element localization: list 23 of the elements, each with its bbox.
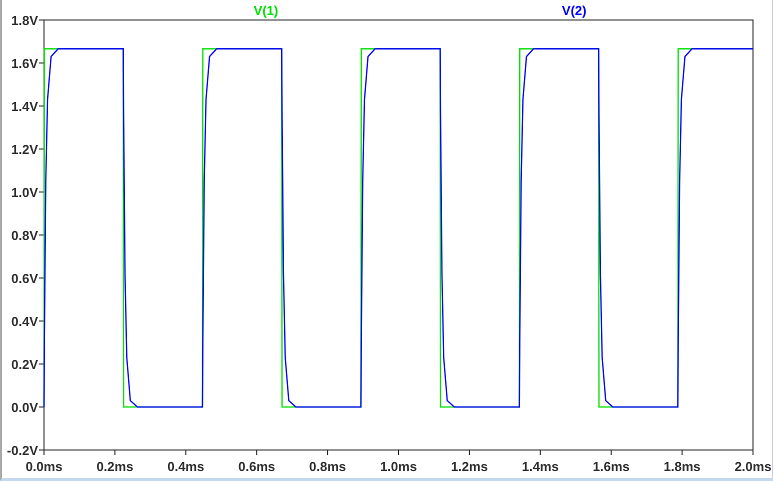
y-tick-label: 0.4V <box>11 314 38 329</box>
y-tick-label: 1.6V <box>11 56 38 71</box>
x-tick-label: 0.8ms <box>309 459 346 474</box>
y-tick-label: 0.0V <box>11 400 38 415</box>
x-tick-label: 0.0ms <box>26 459 62 474</box>
trace-label[interactable]: V(2) <box>562 3 586 18</box>
y-tick-label: 0.2V <box>11 357 38 372</box>
x-tick-label: 0.6ms <box>238 459 276 474</box>
y-tick-label: 1.8V <box>11 13 38 28</box>
x-tick-label: 1.6ms <box>592 459 630 474</box>
y-tick-label: 1.2V <box>11 142 38 157</box>
x-tick-label: 0.4ms <box>167 459 204 474</box>
y-tick-label: 1.0V <box>11 185 38 200</box>
x-tick-label: 2.0ms <box>734 459 772 474</box>
y-tick-label: 0.6V <box>11 271 38 286</box>
y-tick-label: 1.4V <box>11 99 38 114</box>
x-tick-label: 0.2ms <box>96 459 134 474</box>
x-tick-label: 1.8ms <box>664 459 701 474</box>
x-tick-label: 1.2ms <box>450 459 488 474</box>
x-tick-label: 1.4ms <box>522 459 559 474</box>
y-tick-label: 0.8V <box>11 228 38 243</box>
x-tick-label: 1.0ms <box>380 459 417 474</box>
y-tick-label: -0.2V <box>6 443 38 458</box>
